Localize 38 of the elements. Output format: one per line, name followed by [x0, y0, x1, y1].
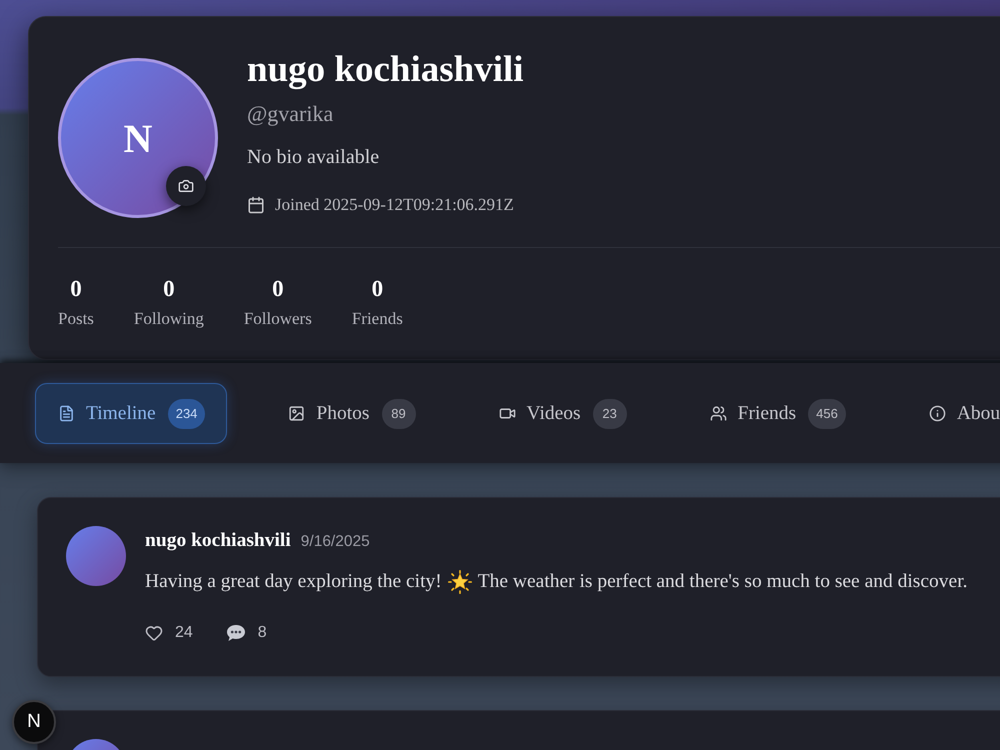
- stat-label: Followers: [244, 309, 312, 329]
- post-text: The weather is perfect and there's so much to see and discover.: [478, 570, 968, 594]
- stat-value: 0: [272, 275, 284, 302]
- heart-icon: [145, 624, 163, 642]
- glowing-star-icon: [448, 570, 472, 594]
- post-text: Having a great day exploring the city!: [145, 570, 442, 594]
- document-icon: [58, 405, 75, 422]
- post-author: nugo kochiashvili: [145, 529, 291, 553]
- image-icon: [288, 405, 306, 422]
- camera-icon: [178, 178, 194, 194]
- profile-name: nugo kochiashvili: [247, 48, 524, 92]
- like-button[interactable]: 24: [145, 622, 193, 644]
- post-date: 9/16/2025: [300, 532, 370, 552]
- tab-count: 89: [382, 398, 416, 428]
- avatar: N: [58, 58, 218, 218]
- dev-tools-button[interactable]: N: [12, 700, 56, 744]
- comment-button[interactable]: 8: [226, 622, 267, 644]
- speech-bubble-icon: [226, 624, 246, 642]
- stat-label: Following: [134, 309, 204, 329]
- profile-handle: @gvarika: [247, 101, 334, 127]
- tab[interactable]: Photos 89: [265, 383, 438, 444]
- tab[interactable]: Friends 456: [686, 383, 868, 444]
- stat-label: Posts: [58, 309, 94, 329]
- joined-date: Joined 2025-09-12T09:21:06.291Z: [275, 194, 514, 215]
- users-icon: [710, 405, 727, 422]
- stat-value: 0: [163, 275, 175, 302]
- stat-value: 0: [372, 275, 384, 302]
- calendar-icon: [247, 196, 265, 214]
- tab-count: 234: [168, 398, 206, 428]
- tab-count: 456: [808, 398, 846, 428]
- stat-value: 0: [70, 275, 82, 302]
- stat-label: Friends: [352, 309, 403, 329]
- info-icon: [928, 405, 946, 422]
- profile-bio: No bio available: [247, 145, 380, 169]
- tab[interactable]: Timeline 234: [35, 383, 228, 444]
- tab[interactable]: Abou: [906, 383, 1000, 444]
- tab-count: 23: [592, 398, 627, 428]
- tab[interactable]: Videos 23: [476, 383, 649, 444]
